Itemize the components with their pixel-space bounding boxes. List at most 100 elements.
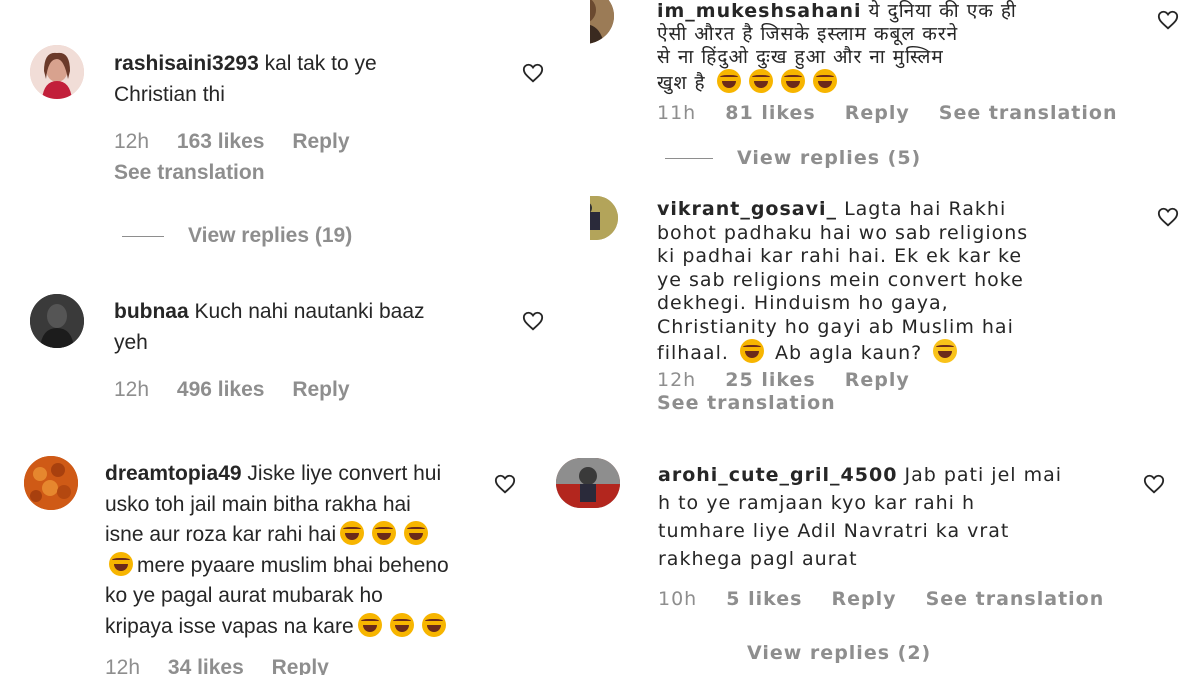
comment-meta: 12h 163 likes Reply (114, 130, 372, 154)
comment-mukesh: im_mukeshsahani ये दुनिया की एक ही ऐसी औ… (590, 0, 1200, 180)
grinning-emoji-icon (933, 339, 958, 363)
comment-line: Christian thi (114, 83, 225, 106)
like-heart-icon[interactable] (522, 310, 544, 332)
comment-line: Lagta hai Rakhi (844, 198, 1007, 220)
comments-panel-top-right: im_mukeshsahani ये दुनिया की एक ही ऐसी औ… (590, 0, 1200, 412)
comment-text: bubnaa Kuch nahi nautanki baaz yeh (114, 296, 494, 358)
comment-line: Christianity ho gayi ab Muslim hai (657, 315, 1014, 338)
comment-vikrant: vikrant_gosavi_ Lagta hai Rakhi bohot pa… (590, 190, 1200, 412)
see-translation-link[interactable]: See translation (657, 392, 836, 412)
reply-button[interactable]: Reply (832, 588, 897, 610)
likes-count[interactable]: 496 likes (177, 378, 265, 401)
see-translation-link[interactable]: See translation (114, 161, 265, 185)
comment-line: ki padhai kar rahi hai. Ek ek kar ke (657, 245, 1023, 267)
username[interactable]: bubnaa (114, 300, 189, 323)
laughing-emoji-icon (812, 69, 837, 93)
comment-meta: 12h 25 likes Reply (657, 369, 932, 391)
username[interactable]: dreamtopia49 (105, 462, 242, 485)
reply-button[interactable]: Reply (292, 130, 349, 153)
reply-button[interactable]: Reply (845, 369, 910, 391)
view-replies-label: View replies (19) (188, 224, 353, 247)
avatar[interactable] (590, 0, 614, 44)
comment-line: ko ye pagal aurat mubarak ho (105, 584, 383, 607)
comment-line: Ab agla kaun? (775, 342, 923, 364)
timestamp: 11h (657, 102, 697, 124)
comments-panel-bottom-left: dreamtopia49 Jiske liye convert hui usko… (0, 412, 540, 675)
view-replies-button[interactable]: View replies (5) (665, 147, 921, 169)
comment-line: mere pyaare muslim bhai beheno (137, 553, 449, 577)
comment-line: dekhegi. Hinduism ho gaya, (657, 292, 949, 314)
comment-line: isne aur roza kar rahi hai (105, 523, 337, 546)
comment-dreamtopia: dreamtopia49 Jiske liye convert hui usko… (0, 412, 540, 675)
laughing-emoji-icon (421, 612, 446, 637)
comment-text: im_mukeshsahani ये दुनिया की एक ही ऐसी औ… (657, 0, 1137, 95)
comment-meta: 11h 81 likes Reply See translation (657, 102, 1139, 124)
comment-line: filhaal. (657, 342, 729, 364)
avatar[interactable] (590, 196, 618, 240)
comment-line: Jiske liye convert hui (247, 462, 442, 485)
laughing-emoji-icon (780, 69, 805, 93)
comment-text: dreamtopia49 Jiske liye convert hui usko… (105, 459, 505, 642)
laughing-emoji-icon (389, 612, 414, 637)
view-replies-button[interactable]: View replies (2) (663, 642, 931, 664)
laughing-emoji-icon (109, 551, 133, 576)
laughing-emoji-icon (340, 521, 365, 545)
comment-text: rashisaini3293 kal tak to ye Christian t… (114, 48, 494, 110)
avatar[interactable] (24, 456, 78, 510)
timestamp: 12h (114, 130, 150, 153)
username[interactable]: rashisaini3293 (114, 52, 259, 75)
see-translation-link[interactable]: See translation (926, 588, 1105, 610)
likes-count[interactable]: 163 likes (177, 130, 265, 153)
like-heart-icon[interactable] (1157, 9, 1179, 31)
avatar[interactable] (30, 45, 84, 99)
comment-line: से ना हिंदुओ दुःख हुआ और ना मुस्लिम (657, 46, 944, 68)
see-translation-link[interactable]: See translation (939, 102, 1118, 124)
reply-button[interactable]: Reply (845, 102, 910, 124)
comment-meta: 12h 496 likes Reply (114, 378, 372, 402)
comment-line: खुश है (657, 72, 706, 94)
laughing-emoji-icon (748, 69, 773, 93)
comment-meta: 12h 34 likes Reply (105, 656, 351, 675)
laughing-emoji-icon (357, 612, 382, 637)
comments-panel-top-left: rashisaini3293 kal tak to ye Christian t… (0, 0, 590, 412)
comment-line: bohot padhaku hai wo sab religions (657, 221, 1029, 244)
comment-line: usko toh jail main bitha rakha hai (105, 492, 411, 516)
avatar[interactable] (556, 458, 620, 508)
username[interactable]: arohi_cute_gril_4500 (658, 464, 897, 486)
reply-button[interactable]: Reply (272, 656, 329, 675)
view-replies-label: View replies (2) (747, 642, 932, 664)
comment-line: h to ye ramjaan kyo kar rahi h (658, 492, 976, 514)
timestamp: 12h (114, 378, 150, 401)
comment-line: Jab pati jel mai (904, 464, 1063, 486)
like-heart-icon[interactable] (494, 473, 516, 495)
comments-panel-bottom-right: arohi_cute_gril_4500 Jab pati jel mai h … (540, 412, 1200, 675)
comment-line: ऐसी औरत है जिसके इस्लाम कबूल करने (657, 23, 959, 45)
like-heart-icon[interactable] (1157, 206, 1179, 228)
comment-line: kal tak to ye (264, 52, 377, 75)
timestamp: 12h (105, 656, 141, 675)
likes-count[interactable]: 5 likes (726, 588, 802, 610)
reply-button[interactable]: Reply (292, 378, 349, 401)
likes-count[interactable]: 34 likes (168, 656, 244, 675)
timestamp: 10h (658, 588, 698, 610)
avatar[interactable] (30, 294, 84, 348)
comment-text: arohi_cute_gril_4500 Jab pati jel mai h … (658, 461, 1138, 573)
comment-line: tumhare liye Adil Navratri ka vrat (658, 520, 1010, 542)
comment-bubnaa: bubnaa Kuch nahi nautanki baaz yeh 12h 4… (0, 280, 590, 412)
like-heart-icon[interactable] (522, 62, 544, 84)
username[interactable]: vikrant_gosavi_ (657, 198, 837, 220)
comment-meta: 10h 5 likes Reply See translation (658, 588, 1126, 610)
laughing-emoji-icon (404, 521, 429, 545)
like-heart-icon[interactable] (1143, 473, 1165, 495)
laughing-emoji-icon (739, 339, 764, 363)
divider-line (122, 235, 164, 237)
divider-line (665, 158, 713, 159)
comment-line: yeh (114, 331, 148, 354)
comment-line: ये दुनिया की एक ही (868, 0, 1017, 22)
likes-count[interactable]: 81 likes (725, 102, 815, 124)
likes-count[interactable]: 25 likes (725, 369, 815, 391)
username[interactable]: im_mukeshsahani (657, 0, 862, 22)
view-replies-button[interactable]: View replies (19) (122, 224, 352, 248)
comment-line: kripaya isse vapas na kare (105, 614, 354, 638)
view-replies-label: View replies (5) (737, 147, 922, 169)
